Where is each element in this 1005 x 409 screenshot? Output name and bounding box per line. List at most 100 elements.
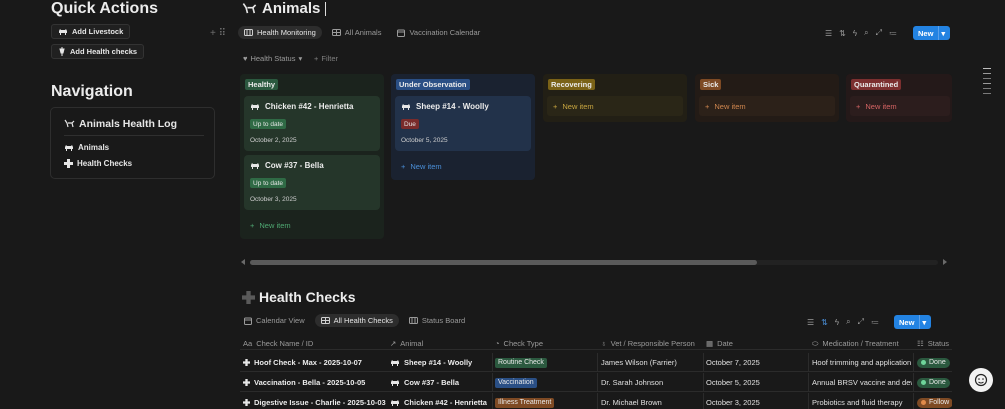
health-checks-new-button[interactable]: New ▾: [894, 315, 931, 329]
tab-vaccination-calendar[interactable]: Vaccination Calendar: [391, 26, 486, 39]
new-item-button[interactable]: + New item: [250, 221, 291, 230]
stethoscope-icon: ♁: [601, 339, 607, 348]
table-row[interactable]: Vaccination - Bella - 2025-10-05 Cow #37…: [240, 373, 952, 392]
expand-icon[interactable]: ⤢: [858, 317, 864, 327]
column-label: Vet / Responsible Person: [610, 339, 695, 348]
animals-new-button[interactable]: New ▾: [913, 26, 950, 40]
row-status[interactable]: Follow: [917, 393, 952, 409]
automation-icon[interactable]: ϟ: [853, 29, 857, 38]
card-title: Chicken #42 - Henrietta: [250, 102, 353, 111]
settings-icon[interactable]: ≔: [889, 29, 897, 38]
table-row[interactable]: Hoof Check - Max - 2025-10-07 Sheep #14 …: [240, 353, 952, 372]
automation-icon[interactable]: ϟ: [835, 318, 839, 327]
nav-animals-health-log-link[interactable]: Animals Health Log: [64, 118, 177, 130]
row-medication[interactable]: Probiotics and fluid therapy: [812, 393, 912, 409]
tab-health-monitoring[interactable]: Health Monitoring: [238, 26, 322, 39]
column-header-vet[interactable]: ♁ Vet / Responsible Person: [601, 337, 701, 350]
nav-item-label: Animals: [78, 143, 110, 152]
section-title[interactable]: Health Checks: [259, 289, 355, 305]
row-animal[interactable]: Chicken #42 - Henrietta: [390, 393, 490, 409]
table-row[interactable]: Digestive Issue - Charlie - 2025-10-03 C…: [240, 393, 952, 409]
sort-icon[interactable]: ⇅: [821, 318, 828, 327]
chevron-down-icon: ▾: [298, 54, 303, 63]
row-check-type[interactable]: Vaccination: [495, 373, 595, 392]
horizontal-scrollbar-thumb[interactable]: [250, 260, 757, 265]
row-animal[interactable]: Cow #37 - Bella: [390, 373, 490, 392]
filter-icon[interactable]: ☰: [807, 318, 814, 327]
new-item-button[interactable]: + New item: [850, 96, 950, 116]
row-vet[interactable]: Dr. Sarah Johnson: [601, 373, 701, 392]
add-livestock-label: Add Livestock: [72, 27, 124, 36]
column-header-animal[interactable]: ↗ Animal: [390, 337, 490, 350]
row-medication[interactable]: Hoof trimming and application: [812, 353, 912, 372]
text-cursor: [325, 1, 327, 16]
row-check-type[interactable]: Routine Check: [495, 353, 595, 372]
row-vet[interactable]: James Wilson (Farrier): [601, 353, 701, 372]
board-column-under-observation: Under Observation Sheep #14 - Woolly Due…: [391, 74, 535, 180]
add-livestock-button[interactable]: Add Livestock: [51, 24, 131, 39]
assistant-face-icon: [974, 373, 988, 387]
plus-icon: +: [250, 221, 255, 230]
row-status[interactable]: Done: [917, 373, 952, 392]
column-header-status[interactable]: ☷ Status: [917, 337, 952, 350]
new-item-button[interactable]: + New item: [547, 96, 683, 116]
tab-all-health-checks[interactable]: All Health Checks: [314, 314, 399, 327]
sort-icon[interactable]: ⇅: [839, 29, 846, 38]
column-header[interactable]: Healthy: [245, 79, 279, 90]
cow-icon: [401, 103, 411, 111]
scroll-left-arrow[interactable]: [241, 259, 245, 265]
column-label: Animal: [400, 339, 424, 348]
nav-item-health-checks[interactable]: Health Checks: [64, 159, 132, 168]
status-badge: Done: [917, 357, 950, 368]
navigation-panel: Animals Health Log Animals Health Checks: [50, 107, 215, 179]
row-name[interactable]: Vaccination - Bella - 2025-10-05: [243, 373, 388, 392]
tab-status-board[interactable]: Status Board: [403, 314, 471, 327]
search-icon[interactable]: ⌕: [864, 28, 868, 38]
settings-icon[interactable]: ≔: [871, 318, 879, 327]
row-status[interactable]: Done: [917, 353, 952, 372]
assistant-button[interactable]: [969, 368, 993, 392]
row-name[interactable]: Digestive Issue - Charlie - 2025-10-03: [243, 393, 388, 409]
column-header-check-type[interactable]: ◔ Check Type: [495, 337, 595, 350]
board-card[interactable]: Cow #37 - Bella Up to date October 3, 20…: [244, 155, 380, 210]
column-header-medication[interactable]: ⬭ Medication / Treatment: [812, 337, 914, 350]
column-header[interactable]: Under Observation: [396, 79, 470, 90]
expand-icon[interactable]: ⤢: [876, 28, 882, 38]
column-header[interactable]: Quarantined: [851, 79, 902, 90]
tab-all-animals[interactable]: All Animals: [326, 26, 388, 39]
board-card[interactable]: Sheep #14 - Woolly Due October 5, 2025: [395, 96, 531, 151]
new-item-button[interactable]: + New item: [401, 162, 442, 171]
horizontal-scrollbar-track[interactable]: [250, 260, 938, 265]
row-date[interactable]: October 5, 2025: [706, 373, 806, 392]
row-name-text: Vaccination - Bella - 2025-10-05: [254, 378, 366, 387]
chevron-down-icon[interactable]: ▾: [919, 315, 926, 329]
cross-icon: [64, 159, 73, 168]
search-icon[interactable]: ⌕: [846, 317, 850, 327]
tab-calendar-view[interactable]: Calendar View: [238, 314, 311, 327]
board-column-sick: Sick + New item: [695, 74, 839, 122]
new-item-button[interactable]: + New item: [699, 96, 835, 116]
row-vet[interactable]: Dr. Michael Brown: [601, 393, 701, 409]
card-date: October 5, 2025: [401, 137, 448, 144]
page-outline[interactable]: [983, 68, 991, 94]
column-header[interactable]: Recovering: [548, 79, 595, 90]
row-check-type[interactable]: Illness Treatment: [495, 393, 595, 409]
column-header[interactable]: Sick: [700, 79, 722, 90]
nav-item-animals[interactable]: Animals: [64, 143, 109, 152]
row-date[interactable]: October 3, 2025: [706, 393, 806, 409]
scroll-right-arrow[interactable]: [943, 259, 947, 265]
page-title[interactable]: Animals: [262, 0, 320, 17]
row-animal[interactable]: Sheep #14 - Woolly: [390, 353, 490, 372]
chevron-down-icon[interactable]: ▾: [938, 26, 945, 40]
filter-button[interactable]: + Filter: [314, 54, 338, 63]
column-header-date[interactable]: ▦ Date: [706, 337, 806, 350]
row-medication[interactable]: Annual BRSV vaccine and dewo: [812, 373, 912, 392]
drag-handle[interactable]: + ⠿: [210, 28, 226, 39]
row-name[interactable]: Hoof Check - Max - 2025-10-07: [243, 353, 388, 372]
row-date[interactable]: October 7, 2025: [706, 353, 806, 372]
add-health-checks-button[interactable]: Add Health checks: [51, 44, 145, 59]
column-header-name[interactable]: Aa Check Name / ID: [243, 337, 383, 350]
filter-icon[interactable]: ☰: [825, 29, 832, 38]
group-by-selector[interactable]: ♥ Health Status ▾: [243, 54, 302, 63]
board-card[interactable]: Chicken #42 - Henrietta Up to date Octob…: [244, 96, 380, 151]
